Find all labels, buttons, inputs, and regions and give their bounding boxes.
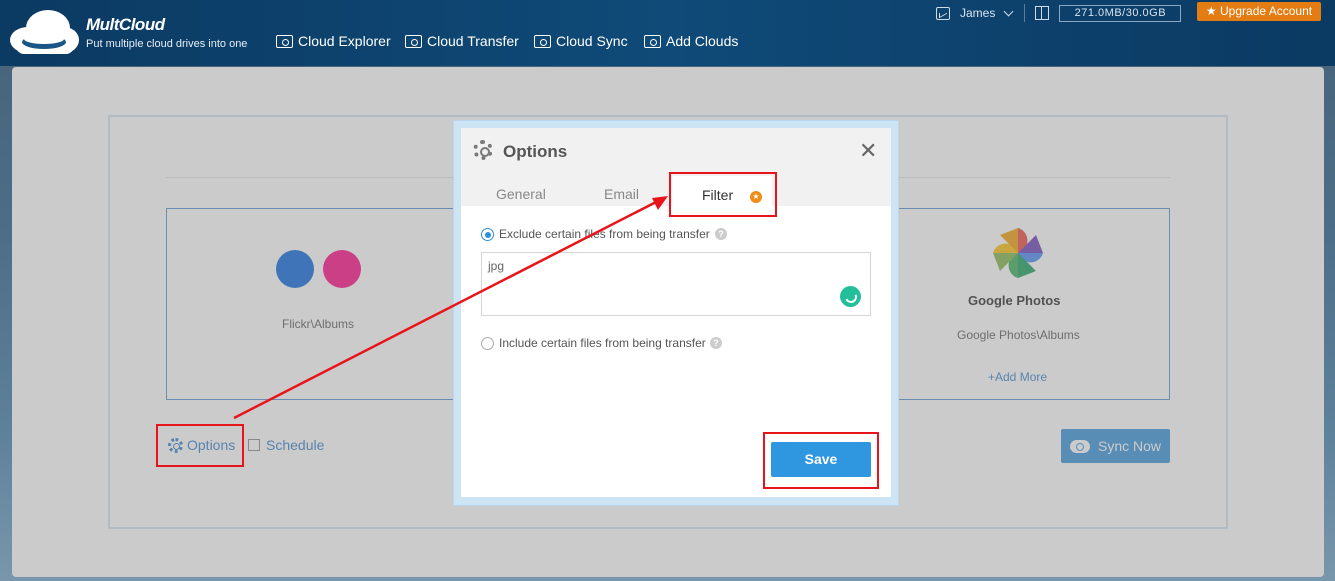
chart-icon[interactable] bbox=[936, 6, 950, 20]
nav-label: Cloud Explorer bbox=[298, 33, 391, 49]
nav-cloud-transfer[interactable]: Cloud Transfer bbox=[405, 33, 519, 49]
help-icon[interactable]: ? bbox=[710, 337, 722, 349]
exclude-radio[interactable] bbox=[481, 228, 494, 241]
cloud-sync-icon bbox=[534, 34, 551, 48]
add-clouds-icon bbox=[644, 34, 661, 48]
dialog-title: Options bbox=[503, 142, 568, 161]
cloud-transfer-icon bbox=[405, 34, 422, 48]
highlight-save-button bbox=[763, 432, 879, 489]
tab-general[interactable]: General bbox=[496, 186, 546, 202]
help-icon[interactable]: ? bbox=[715, 228, 727, 240]
user-name[interactable]: James bbox=[960, 6, 995, 20]
grammarly-icon[interactable] bbox=[840, 286, 861, 307]
top-header: MultCloud Put multiple cloud drives into… bbox=[0, 0, 1335, 66]
exclude-extensions-input[interactable]: jpg bbox=[481, 252, 871, 316]
nav-cloud-explorer[interactable]: Cloud Explorer bbox=[276, 33, 391, 49]
upgrade-account-button[interactable]: ★ Upgrade Account bbox=[1197, 2, 1321, 21]
close-icon[interactable]: ✕ bbox=[859, 140, 877, 162]
exclude-extensions-value: jpg bbox=[488, 259, 505, 273]
gear-icon bbox=[473, 140, 493, 160]
nav-label: Cloud Transfer bbox=[427, 33, 519, 49]
chevron-down-icon[interactable] bbox=[1003, 6, 1014, 16]
header-divider bbox=[1024, 4, 1026, 22]
exclude-label: Exclude certain files from being transfe… bbox=[499, 227, 710, 241]
gift-icon[interactable] bbox=[1035, 6, 1050, 20]
nav-cloud-sync[interactable]: Cloud Sync bbox=[534, 33, 628, 49]
nav-label: Cloud Sync bbox=[556, 33, 628, 49]
nav-label: Add Clouds bbox=[666, 33, 739, 49]
multcloud-logo-icon[interactable] bbox=[6, 6, 80, 56]
highlight-options-link bbox=[156, 424, 244, 467]
include-label: Include certain files from being transfe… bbox=[499, 336, 706, 350]
user-area: James 271.0MB/30.0GB bbox=[936, 4, 1182, 22]
storage-usage: 271.0MB/30.0GB bbox=[1059, 4, 1182, 22]
nav-add-clouds[interactable]: Add Clouds bbox=[644, 33, 738, 49]
logo-name[interactable]: MultCloud bbox=[86, 15, 165, 35]
highlight-filter-tab bbox=[669, 172, 777, 217]
cloud-explorer-icon bbox=[276, 34, 293, 48]
include-radio[interactable] bbox=[481, 337, 494, 350]
logo-tagline: Put multiple cloud drives into one bbox=[86, 38, 248, 50]
tab-email[interactable]: Email bbox=[604, 186, 639, 202]
